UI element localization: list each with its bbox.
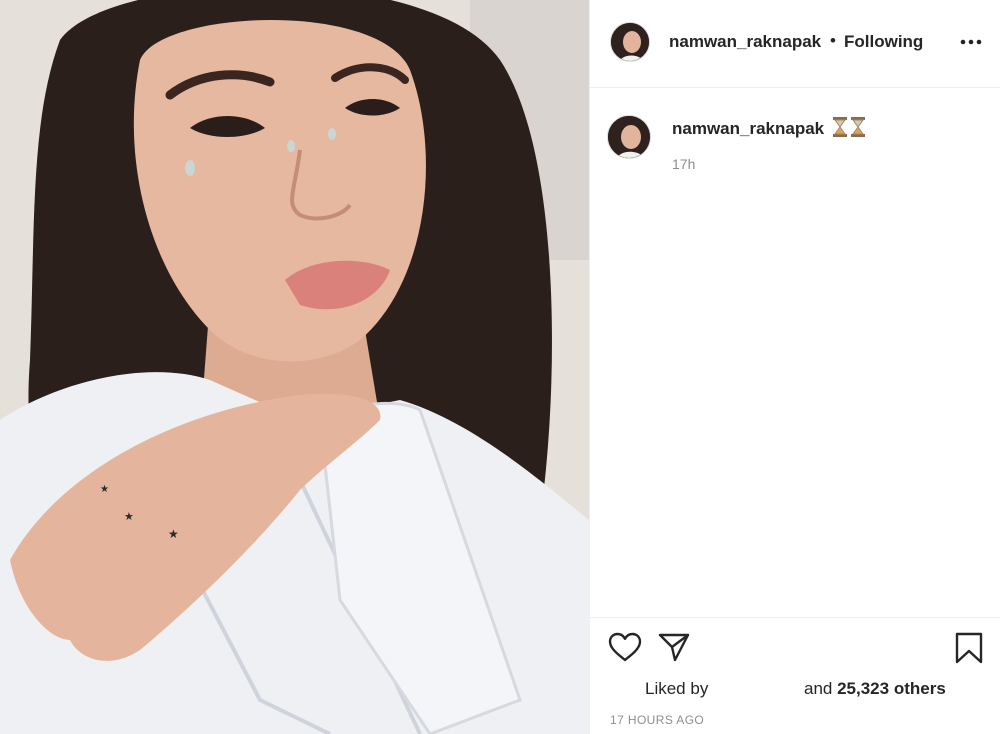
following-button[interactable]: Following [844,32,923,52]
heart-icon[interactable] [608,632,642,662]
profile-picture [608,116,650,158]
paper-plane-icon[interactable] [658,632,690,662]
likes-count[interactable]: 25,323 others [837,679,946,698]
liked-by-label: Liked by [645,679,709,698]
post-header: namwan_raknapak • Following [590,0,1000,88]
username-link[interactable]: namwan_raknapak [669,32,821,52]
svg-text:★: ★ [168,527,179,541]
portrait-illustration: ★ ★ ★ [0,0,589,734]
caption-avatar[interactable] [607,115,651,159]
more-horizontal-icon[interactable] [960,36,982,48]
likes-others: others [889,679,946,698]
svg-text:★: ★ [100,484,109,495]
likes-number: 25,323 [837,679,890,698]
profile-picture [611,23,649,61]
post-photo[interactable]: ★ ★ ★ [0,0,589,734]
likes-count-link[interactable]: and 25,323 others [804,679,946,699]
separator-dot: • [830,31,836,50]
post-actions: Liked by and 25,323 others 17 HOURS AGO [590,617,1000,734]
post-timestamp[interactable]: 17 HOURS AGO [610,713,704,727]
svg-text:★: ★ [124,510,134,523]
post-detail-panel: namwan_raknapak • Following namwan_rakna… [589,0,1000,734]
avatar[interactable] [610,22,650,62]
caption-username[interactable]: namwan_raknapak [672,119,824,139]
likes-and-text: and [804,679,838,698]
hourglass-icon [833,117,865,137]
bookmark-icon[interactable] [954,632,984,664]
caption-time[interactable]: 17h [672,156,695,172]
